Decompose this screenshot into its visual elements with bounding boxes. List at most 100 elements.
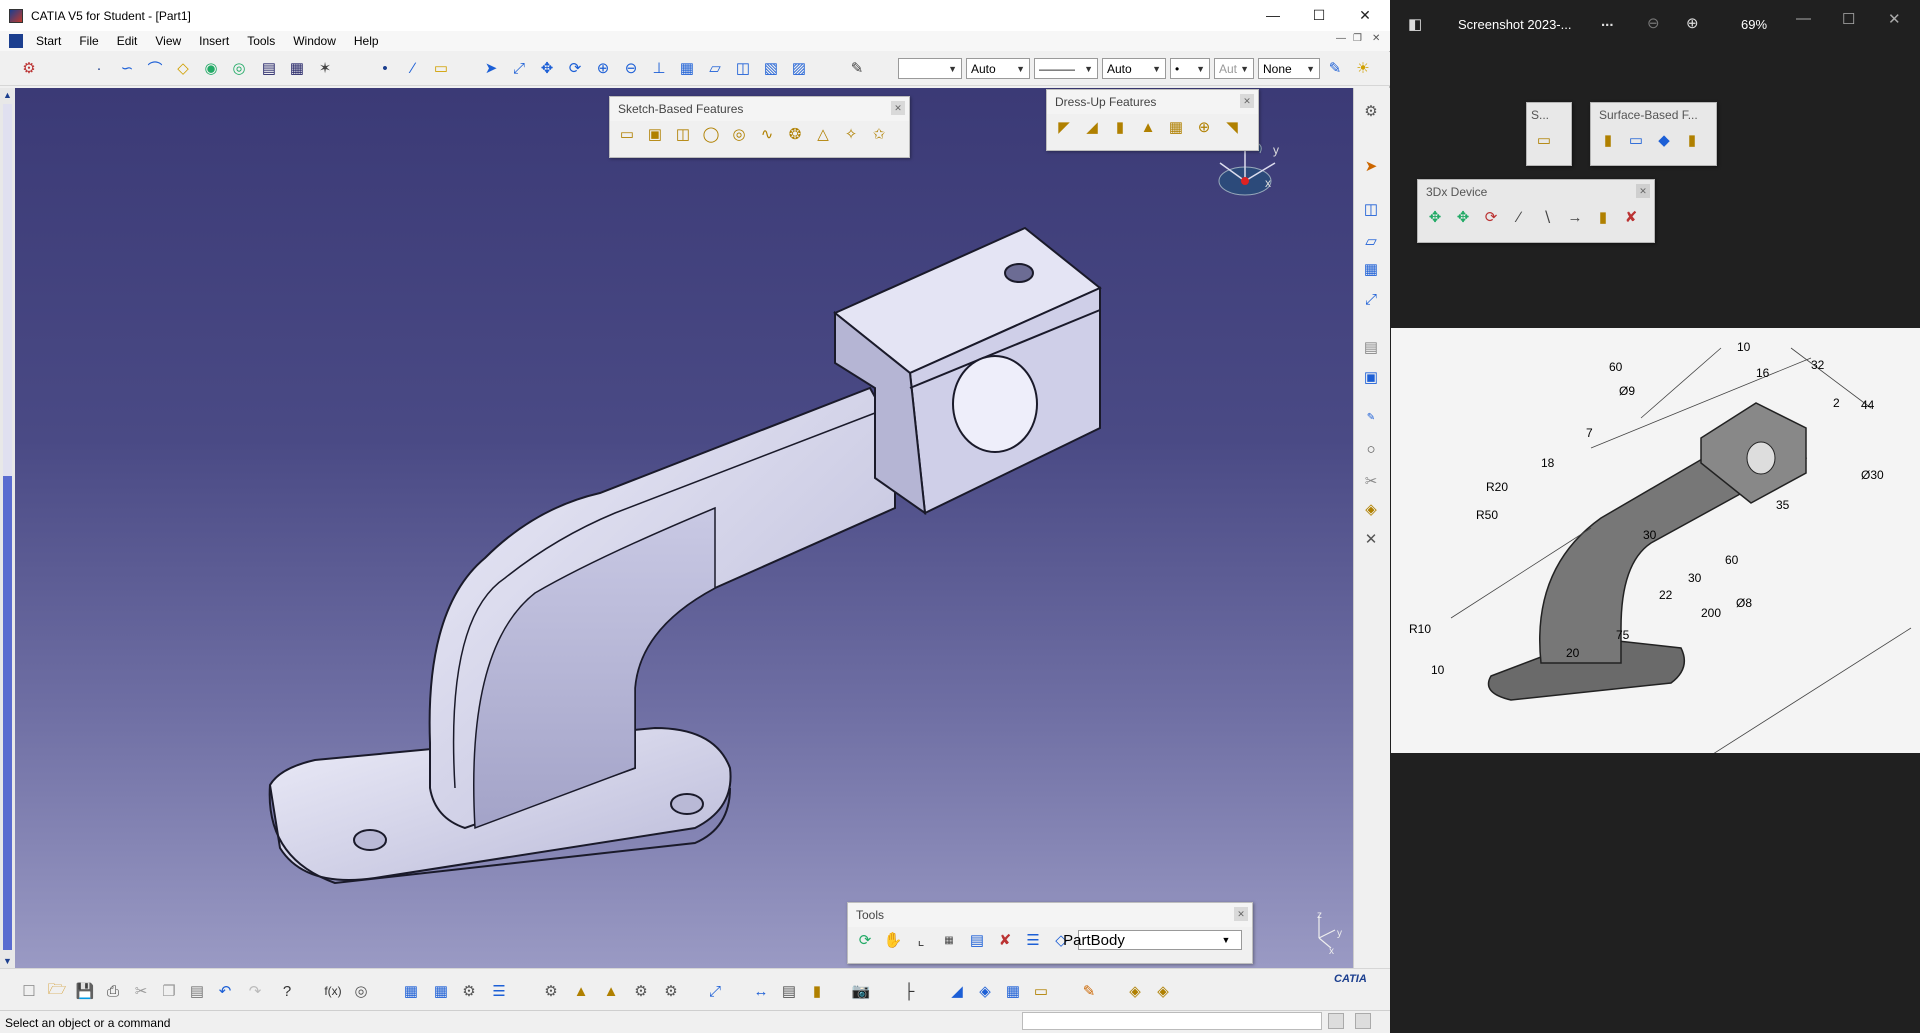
remove-loft-icon[interactable]: ✩ [868, 123, 890, 145]
current-body-select[interactable]: PartBody ▼ [1063, 930, 1242, 950]
transparency-select[interactable]: Auto ▼ [966, 58, 1030, 79]
base-hole-left[interactable] [353, 829, 387, 851]
part-geometry[interactable] [15, 88, 1353, 968]
3d-viewport[interactable]: y x z y x [15, 88, 1353, 968]
fit-all-icon[interactable]: ⤢ [508, 57, 530, 79]
boolean-icon[interactable]: ▣ [1360, 366, 1382, 388]
lock-rotate-icon[interactable]: ⟳ [1480, 206, 1502, 228]
dominant-icon[interactable]: → [1564, 206, 1586, 228]
select-arrow-icon[interactable]: ➤ [1360, 155, 1382, 177]
cut-icon[interactable]: ✂ [130, 980, 152, 1002]
curvature-icon[interactable]: ▲ [600, 980, 622, 1002]
thickness-select[interactable]: Auto ▼ [1102, 58, 1166, 79]
rotate-icon[interactable]: ⟳ [564, 57, 586, 79]
close-button[interactable]: ✕ [1342, 0, 1388, 30]
hole-spec-icon[interactable]: ○ [1360, 438, 1382, 460]
scene-icon[interactable]: ▭ [1030, 980, 1052, 1002]
edge-fillet-icon[interactable]: ◤ [1053, 116, 1075, 138]
pocket-icon[interactable]: ▣ [644, 123, 666, 145]
shading-icon[interactable]: ◫ [732, 57, 754, 79]
import-icon[interactable]: ⤢ [704, 980, 726, 1002]
line-device-icon[interactable]: ∖ [1536, 206, 1558, 228]
settings-icon[interactable]: ⚙ [1360, 100, 1382, 122]
shaft-icon[interactable]: ◫ [672, 123, 694, 145]
thick-surface-icon[interactable]: ▭ [1625, 129, 1647, 151]
scroll-down-icon[interactable]: ▼ [3, 956, 12, 966]
normal-view-icon[interactable]: ⊥ [648, 57, 670, 79]
knowledge-icon[interactable]: ◎ [350, 980, 372, 1002]
iso-view-icon[interactable]: ▱ [704, 57, 726, 79]
menu-file[interactable]: File [70, 34, 107, 48]
list-icon[interactable]: ☰ [1022, 929, 1044, 951]
painter-icon[interactable]: ✎ [846, 57, 868, 79]
constraint-icon[interactable]: ✘ [994, 929, 1016, 951]
line-icon[interactable]: ∕ [402, 57, 424, 79]
rib-icon[interactable]: ∿ [756, 123, 778, 145]
swap-space-icon[interactable]: ▨ [788, 57, 810, 79]
sweep-icon[interactable]: ▭ [1533, 129, 1555, 151]
point-symbol-select[interactable]: • ▼ [1170, 58, 1210, 79]
save-icon[interactable]: 💾 [74, 980, 96, 1002]
clamp-top-hole[interactable] [1004, 263, 1034, 283]
layer-aut-select[interactable]: Aut ▼ [1214, 58, 1254, 79]
menu-help[interactable]: Help [345, 34, 388, 48]
render-icon[interactable]: ◈ [974, 980, 996, 1002]
axis-system-create-icon[interactable]: ◈ [1124, 980, 1146, 1002]
scale-icon[interactable]: ⤢ [1360, 288, 1382, 310]
split-icon[interactable]: ▮ [1597, 129, 1619, 151]
close-icon[interactable]: ✕ [891, 101, 905, 115]
menu-edit[interactable]: Edit [108, 34, 147, 48]
exit-workbench-icon[interactable]: ▱ [1360, 230, 1382, 252]
zoom-in-icon[interactable]: ⊕ [1686, 14, 1699, 32]
environment-icon[interactable]: ▦ [1002, 980, 1024, 1002]
text-abc-icon[interactable]: ✎ [1360, 406, 1382, 428]
sketcher-icon[interactable]: ◫ [1360, 198, 1382, 220]
table-icon[interactable]: ▦ [400, 980, 422, 1002]
copy-format-icon[interactable]: ✎ [1324, 57, 1346, 79]
snap-icon[interactable]: ✶ [314, 57, 336, 79]
scroll-track[interactable] [3, 104, 12, 950]
dressup-toolbar-title[interactable]: Dress-Up Features ✕ [1047, 90, 1258, 114]
axis-system-icon[interactable]: ◉ [200, 57, 222, 79]
clamp-bore[interactable] [952, 355, 1038, 453]
sketch-based-features-toolbar[interactable]: Sketch-Based Features ✕ ▭ ▣ ◫ ◯ ◎ ∿ ❂ △ ✧… [609, 96, 910, 158]
spec-tree-icon[interactable]: ├ [898, 980, 920, 1002]
photos-minimize-button[interactable]: — [1796, 10, 1811, 27]
status-button-2[interactable] [1355, 1013, 1371, 1029]
catalog-icon[interactable]: ✎ [1078, 980, 1100, 1002]
annotation-icon[interactable]: ▤ [1360, 336, 1382, 358]
cut-icon[interactable]: ✂ [1360, 470, 1382, 492]
pan-device-icon[interactable]: ✥ [1452, 206, 1474, 228]
copy-icon[interactable]: ❐ [158, 980, 180, 1002]
scroll-up-icon[interactable]: ▲ [3, 90, 12, 100]
multi-view-icon[interactable]: ▦ [676, 57, 698, 79]
apply-material-icon[interactable]: ◢ [946, 980, 968, 1002]
measure-between-icon[interactable]: ↔ [750, 980, 772, 1002]
maximize-button[interactable]: ☐ [1296, 0, 1342, 30]
draft-analysis-icon[interactable]: ▲ [570, 980, 592, 1002]
reset-icon[interactable]: ✘ [1620, 206, 1642, 228]
status-button-1[interactable] [1328, 1013, 1344, 1029]
photos-close-button[interactable]: ✕ [1888, 10, 1901, 28]
base-hole-right[interactable] [670, 793, 704, 815]
analysis-icon[interactable]: ⚙ [540, 980, 562, 1002]
material-icon[interactable]: ◈ [1360, 498, 1382, 520]
doc-close-button[interactable]: ✕ [1372, 33, 1380, 44]
workbench-icon[interactable]: ⚙ [18, 57, 40, 79]
pick-icon[interactable]: ∕ [1508, 206, 1530, 228]
mass-icon[interactable]: ▮ [806, 980, 828, 1002]
print-icon[interactable]: ⎙ [102, 980, 124, 1002]
s-toolbar[interactable]: S... ▭ [1526, 102, 1572, 166]
zoom-out-button[interactable]: ⊖ [1647, 14, 1660, 32]
plane-icon[interactable]: ◇ [172, 57, 194, 79]
zoom-in-icon[interactable]: ⊕ [592, 57, 614, 79]
pad-icon[interactable]: ▭ [616, 123, 638, 145]
point-icon[interactable]: · [88, 57, 110, 79]
document-icon[interactable] [9, 34, 23, 48]
instantiate-icon[interactable]: ◈ [1152, 980, 1174, 1002]
close-icon[interactable]: ✕ [1240, 94, 1254, 108]
hand-icon[interactable]: ✋ [882, 929, 904, 951]
shell-icon[interactable]: ▲ [1137, 116, 1159, 138]
tree-icon[interactable]: ▦ [430, 980, 452, 1002]
pan-icon[interactable]: ✥ [536, 57, 558, 79]
